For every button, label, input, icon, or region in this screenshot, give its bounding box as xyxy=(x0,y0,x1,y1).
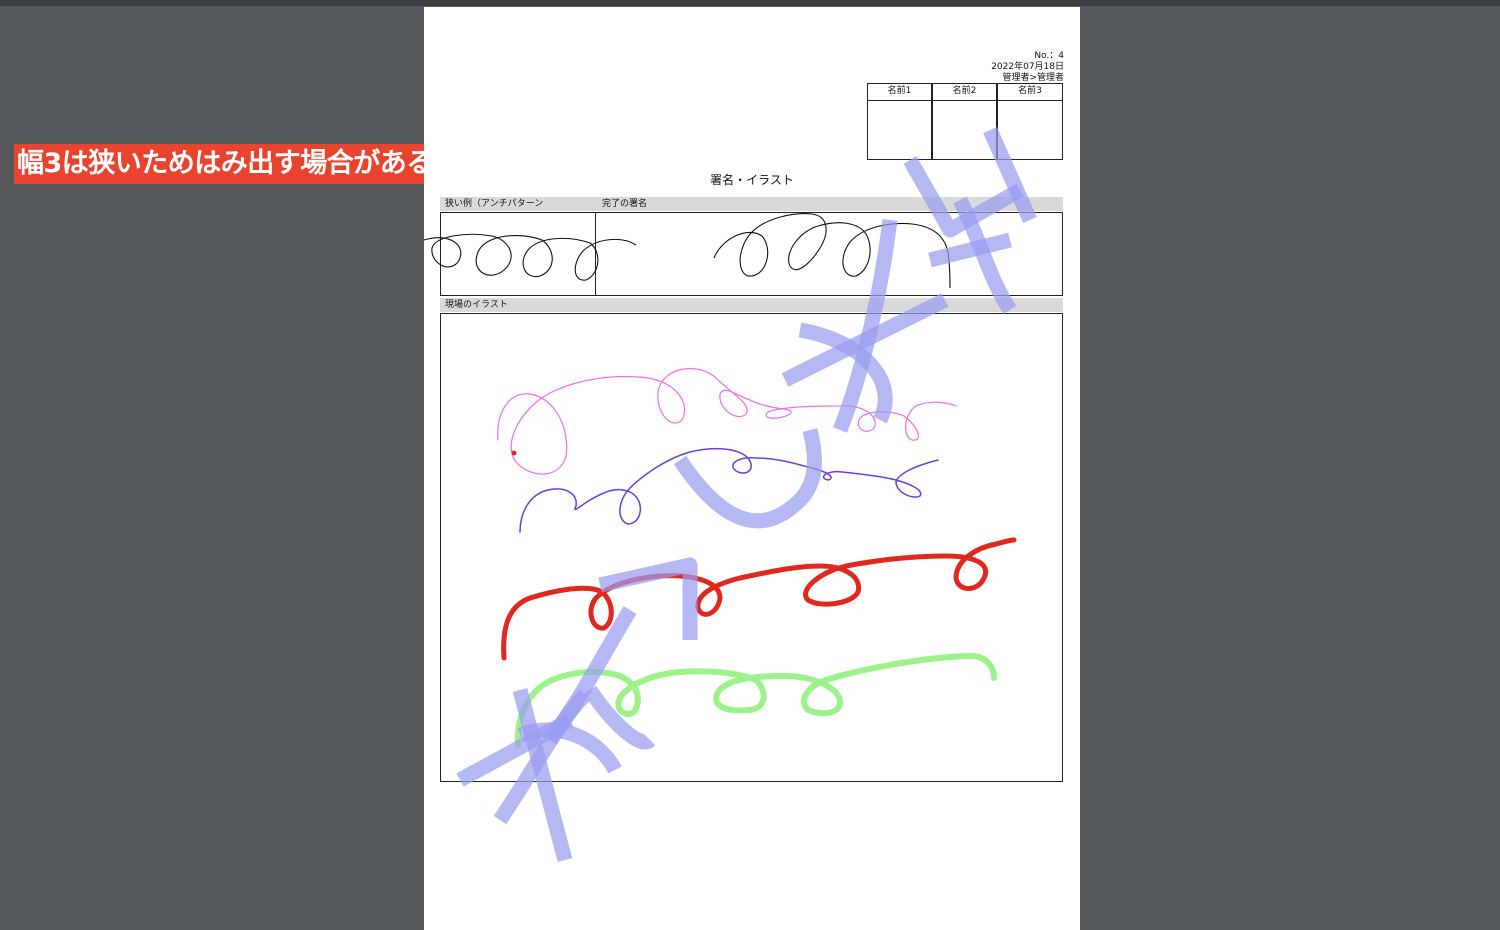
document-date: 2022年07月18日 xyxy=(991,62,1064,72)
approval-stamp-table: 名前1 名前2 名前3 xyxy=(867,83,1063,160)
illustration-label: 現場のイラスト xyxy=(445,300,508,310)
narrow-signature-box xyxy=(440,212,596,296)
approval-column: 名前1 xyxy=(867,83,932,160)
completion-signature-box xyxy=(595,212,1063,296)
illustration-section-header: 現場のイラスト xyxy=(440,298,1063,312)
document-number: No.：4 xyxy=(1034,51,1064,61)
approval-header: 名前1 xyxy=(868,84,931,101)
approval-header: 名前3 xyxy=(998,84,1062,101)
illustration-box xyxy=(440,313,1063,782)
approval-column: 名前2 xyxy=(932,83,997,160)
completion-signature-label: 完了の署名 xyxy=(602,199,648,209)
viewer-top-bar xyxy=(0,0,1500,6)
signature-section-header: 狭い例（アンチパターン 完了の署名 xyxy=(440,197,1063,211)
document-page: No.：4 2022年07月18日 管理者>管理者 名前1 名前2 名前3 署名… xyxy=(424,7,1080,930)
document-title: 署名・イラスト xyxy=(710,173,794,187)
approval-column: 名前3 xyxy=(997,83,1063,160)
approval-header: 名前2 xyxy=(933,84,996,101)
narrow-example-label: 狭い例（アンチパターン xyxy=(445,199,544,209)
